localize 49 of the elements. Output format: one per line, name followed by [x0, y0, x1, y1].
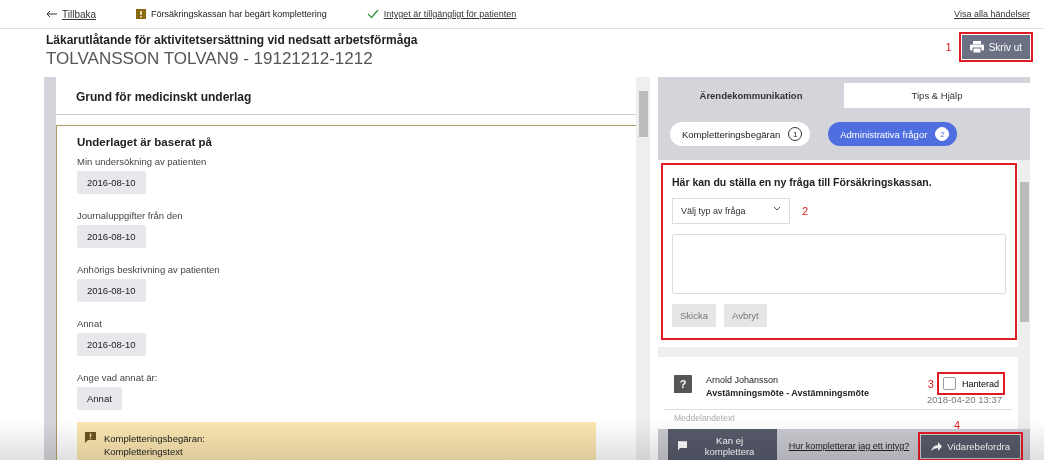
patient-name: TOLVANSSON TOLVAN9 - 19121212-1212: [46, 49, 374, 69]
question-heading: Här kan du ställa en ny fråga till Försäkringskassan.: [672, 176, 933, 188]
message-body: Meddelandetext: [673, 412, 736, 425]
warning-icon: [136, 9, 147, 19]
group-title: Underlaget är baserat på: [77, 136, 213, 148]
message-time: 2018-04-20 13:37: [927, 394, 1002, 405]
scrollbar[interactable]: [636, 77, 650, 460]
arrow-left-icon: [46, 10, 58, 18]
scrollbar[interactable]: [1018, 160, 1030, 429]
field-label: Anhörigs beskrivning av patienten: [77, 264, 221, 275]
comment-alert-icon: [85, 432, 96, 443]
callout-number: 2: [802, 205, 809, 217]
field-label: Journaluppgifter från den: [77, 210, 184, 221]
print-button[interactable]: Skriv ut: [961, 35, 1030, 59]
tab[interactable]: Tips & Hjälp: [844, 83, 1030, 108]
sender-name: Arnold Johansson: [706, 375, 780, 385]
chevron-down-icon: [773, 206, 781, 212]
share-arrow-icon: [931, 441, 943, 451]
message-input[interactable]: [672, 234, 1006, 294]
field-label: Ange vad annat är:: [77, 372, 159, 383]
filter-pill[interactable]: Kompletteringsbegäran 1: [670, 122, 811, 146]
callout-number: 4: [953, 418, 960, 431]
field-value: Annat: [77, 387, 122, 410]
status-text: Försäkringskassan har begärt komplettering: [151, 9, 327, 19]
field-label: Annat: [77, 318, 103, 329]
handled-checkbox[interactable]: Hanterad: [939, 375, 1002, 392]
notice-text: Kompletteringsbegäran: Kompletteringstext: [104, 432, 205, 458]
field-value: 2016-08-10: [77, 333, 146, 356]
comment-icon: [678, 441, 688, 451]
filter-pill[interactable]: Administrativa frågor 2: [828, 122, 958, 146]
status-link[interactable]: Intyget är tillgängligt för patienten: [383, 9, 517, 19]
question-type-dropdown[interactable]: Välj typ av fråga: [672, 198, 790, 224]
printer-icon: [969, 41, 984, 53]
message-subject: Avstämningsmöte - Avstämningsmöte: [706, 388, 871, 398]
field-value: 2016-08-10: [77, 279, 146, 302]
section-title: Grund för medicinskt underlag: [56, 77, 636, 115]
callout-number: 3: [927, 377, 934, 390]
field-value: 2016-08-10: [77, 225, 146, 248]
checkmark-icon: [366, 9, 379, 19]
question-icon: ?: [674, 375, 692, 393]
field-value: 2016-08-10: [77, 171, 146, 194]
events-link[interactable]: Visa alla händelser: [954, 9, 1030, 19]
back-link[interactable]: Tillbaka: [46, 8, 97, 20]
callout-number: 1: [945, 41, 952, 53]
help-link[interactable]: Hur kompletterar jag ett intyg?: [788, 441, 910, 451]
cannot-complete-button[interactable]: Kan ej komplettera: [668, 429, 777, 460]
field-label: Min undersökning av patienten: [77, 156, 208, 167]
forward-button[interactable]: Vidarebefordra: [921, 434, 1020, 458]
certificate-title: Läkarutlåtande för aktivitetsersättning vid nedsatt arbetsförmåga: [46, 33, 418, 47]
